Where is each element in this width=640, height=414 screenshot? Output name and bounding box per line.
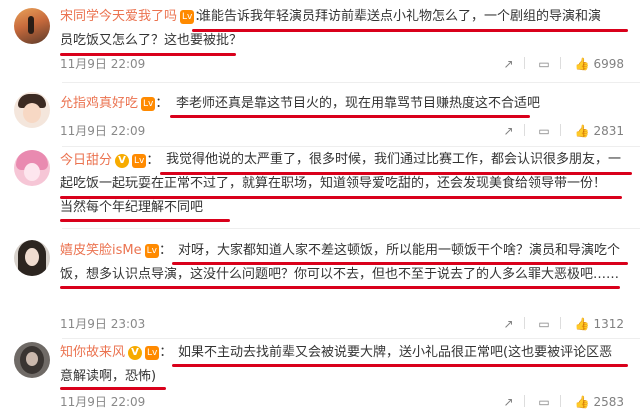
comment-text-line: 谁能告诉我年轻演员拜访前辈送点小礼物怎么了，一个剧组的导演和演	[198, 9, 602, 24]
comment-text-line: 如果不主动去找前辈又会被说要大牌，送小礼品很正常吧(这也要被评论区恶	[178, 345, 613, 360]
comment-timestamp: 11月9日 23:03	[60, 317, 146, 331]
comment-text-line: 我觉得他说的太严重了，很多时候，我们通过比赛工作，都会认识很多朋友，一	[166, 152, 622, 167]
comment-actions: ↗ ▭ 👍 1312	[493, 314, 624, 334]
username-link[interactable]: 允指鸡真好吃	[60, 96, 138, 111]
avatar[interactable]	[14, 8, 50, 44]
comment-text-line: 李老师还真是靠这节目火的，现在用靠骂节目赚热度这不合适吧	[176, 96, 541, 111]
comment-timestamp: 11月9日 22:09	[60, 124, 146, 138]
highlight-underline	[172, 262, 628, 265]
username-link[interactable]: 宋同学今天爱我了吗	[60, 9, 177, 24]
verified-badge-icon: V	[115, 154, 130, 168]
highlight-underline	[60, 387, 166, 390]
like-icon[interactable]: 👍	[575, 57, 590, 71]
comment-actions: ↗ ▭ 👍 2831	[493, 121, 624, 141]
comment-header: 允指鸡真好吃 Lv：	[60, 96, 169, 111]
avatar[interactable]	[14, 150, 50, 186]
comment-actions: ↗ ▭ 👍 6998	[493, 54, 624, 74]
like-icon[interactable]: 👍	[575, 395, 590, 409]
comment-icon[interactable]: ▭	[538, 395, 549, 409]
avatar[interactable]	[14, 342, 50, 378]
share-icon[interactable]: ↗	[503, 57, 513, 71]
comment-header: 今日甜分 V Lv：	[60, 153, 160, 168]
divider	[62, 82, 640, 83]
username-link[interactable]: 今日甜分	[60, 153, 112, 168]
username-link[interactable]: 知你故来风	[60, 345, 125, 360]
level-badge-icon: Lv	[145, 346, 160, 360]
comment-text-line: 意解读啊，恐怖)	[60, 369, 157, 384]
like-count: 1312	[593, 317, 624, 331]
comment-actions: ↗ ▭ 👍 2583	[493, 392, 624, 412]
level-badge-icon: Lv	[180, 10, 195, 24]
comment-icon[interactable]: ▭	[538, 57, 549, 71]
comment-text-line: 对呀，大家都知道人家不差这顿饭，所以能用一顿饭干个啥？演员和导演吃个	[178, 243, 621, 258]
highlight-underline	[160, 172, 632, 175]
divider	[62, 146, 640, 147]
highlight-underline	[60, 286, 620, 289]
level-badge-icon: Lv	[132, 154, 147, 168]
level-badge-icon: Lv	[141, 97, 156, 111]
like-count: 2583	[593, 395, 624, 409]
verified-badge-icon: V	[128, 346, 143, 360]
share-icon[interactable]: ↗	[503, 124, 513, 138]
highlight-underline	[60, 196, 622, 199]
comment-icon[interactable]: ▭	[538, 317, 549, 331]
comment-header: 嬉皮笑脸isMe Lv：	[60, 243, 172, 258]
highlight-underline	[170, 115, 530, 118]
like-icon[interactable]: 👍	[575, 124, 590, 138]
comment-text-line: 员吃饭又怎么了？这也要被批？	[60, 33, 243, 48]
avatar[interactable]	[14, 92, 50, 128]
highlight-underline	[172, 364, 628, 367]
comment-timestamp: 11月9日 22:09	[60, 57, 146, 71]
comment-text-line: 起吃饭一起玩耍在正常不过了，就算在职场，知道领导爱吃甜的，还会发现美食给领导带一…	[60, 176, 607, 191]
comment-header: 知你故来风 V Lv：	[60, 345, 173, 360]
like-count: 6998	[593, 57, 624, 71]
like-icon[interactable]: 👍	[575, 317, 590, 331]
divider	[62, 338, 640, 339]
comment-timestamp: 11月9日 22:09	[60, 395, 146, 409]
comment-icon[interactable]: ▭	[538, 124, 549, 138]
comment-header: 宋同学今天爱我了吗 Lv：	[60, 9, 208, 24]
share-icon[interactable]: ↗	[503, 395, 513, 409]
level-badge-icon: Lv	[144, 244, 159, 258]
highlight-underline	[60, 219, 230, 222]
comment-text-line: 当然每个年纪理解不同吧	[60, 200, 204, 215]
comment-text-line: 饭，想多认识点导演，这没什么问题吧？你可以不去，但也不至于说去了的人多么罪大恶极…	[60, 267, 620, 282]
highlight-underline	[192, 29, 628, 32]
username-link[interactable]: 嬉皮笑脸isMe	[60, 243, 142, 258]
share-icon[interactable]: ↗	[503, 317, 513, 331]
divider	[62, 228, 640, 229]
like-count: 2831	[593, 124, 624, 138]
avatar[interactable]	[14, 240, 50, 276]
